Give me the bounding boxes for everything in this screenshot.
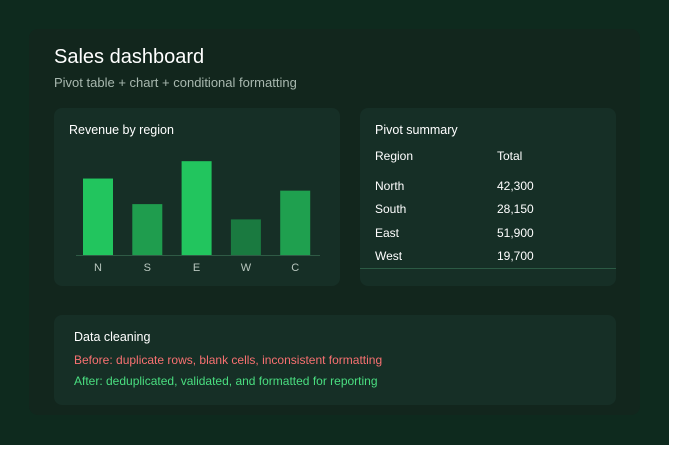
- pivot-row: South 28,150: [375, 202, 605, 220]
- pivot-row: North 42,300: [375, 179, 605, 197]
- pivot-cell-total: 28,150: [497, 202, 534, 216]
- app-background: Sales dashboard Pivot table + chart + co…: [0, 0, 669, 445]
- data-cleaning-panel: Data cleaning Before: duplicate rows, bl…: [54, 315, 616, 405]
- page-subtitle: Pivot table + chart + conditional format…: [54, 75, 297, 90]
- x-tick-label-n: N: [94, 262, 102, 274]
- pivot-cell-region: North: [375, 179, 405, 193]
- x-tick-label-w: W: [241, 262, 252, 274]
- x-tick-label-s: S: [144, 262, 151, 274]
- x-tick-label-c: C: [291, 262, 299, 274]
- bar-w: [230, 219, 261, 255]
- pivot-row: West 19,700: [375, 249, 605, 267]
- cleaning-before-text: Before: duplicate rows, blank cells, inc…: [74, 353, 383, 367]
- pivot-cell-region: West: [375, 249, 403, 263]
- bar-n: [83, 178, 113, 255]
- pivot-header-row: Region Total: [375, 149, 605, 167]
- bar-s: [132, 204, 163, 255]
- revenue-chart-panel: Revenue by region NSEWC: [54, 108, 340, 286]
- pivot-row: East 51,900: [375, 226, 605, 244]
- pivot-cell-region: East: [375, 226, 400, 240]
- cleaning-after-text: After: deduplicated, validated, and form…: [74, 374, 378, 388]
- pivot-heading: Pivot summary: [375, 123, 458, 137]
- pivot-divider: [360, 268, 616, 269]
- pivot-column-header-total: Total: [497, 149, 523, 163]
- pivot-cell-total: 19,700: [497, 249, 534, 263]
- bar-c: [280, 190, 311, 255]
- pivot-cell-region: South: [375, 202, 407, 216]
- x-tick-label-e: E: [193, 262, 200, 274]
- pivot-column-header-region: Region: [375, 149, 414, 163]
- pivot-cell-total: 42,300: [497, 179, 534, 193]
- revenue-bar-chart: NSEWC: [76, 161, 320, 274]
- pivot-summary-panel: Pivot summary Region Total North 42,300 …: [360, 108, 616, 286]
- cleaning-heading: Data cleaning: [74, 330, 151, 344]
- dashboard-card: Sales dashboard Pivot table + chart + co…: [29, 29, 640, 415]
- page-title: Sales dashboard: [54, 46, 205, 68]
- pivot-cell-total: 51,900: [497, 226, 534, 240]
- bar-e: [181, 161, 212, 255]
